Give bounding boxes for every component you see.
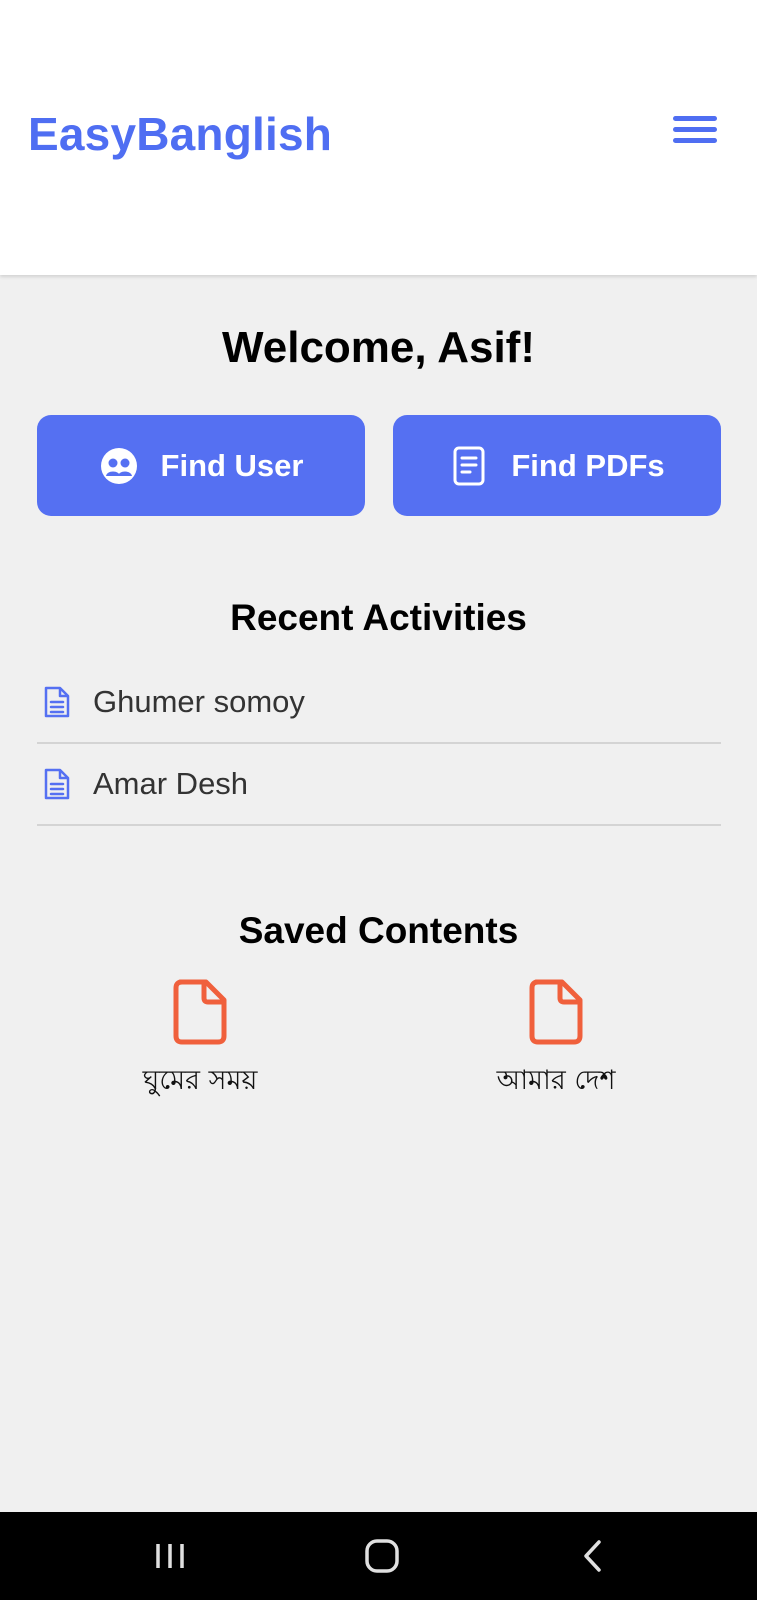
system-navigation-bar <box>0 1512 757 1600</box>
find-user-button[interactable]: Find User <box>37 415 365 516</box>
saved-content-label: ঘুমের সময় <box>142 1065 258 1096</box>
file-text-icon <box>41 766 73 802</box>
file-icon <box>172 978 228 1046</box>
list-item-label: Amar Desh <box>93 766 249 801</box>
home-icon[interactable] <box>352 1530 412 1582</box>
back-icon[interactable] <box>563 1530 623 1582</box>
list-item-label: Ghumer somoy <box>93 684 305 719</box>
saved-content-item[interactable]: ঘুমের সময় <box>80 978 320 1105</box>
recent-activities-list: Ghumer somoy Amar Desh <box>37 662 721 826</box>
app-header: EasyBanglish <box>0 0 757 275</box>
hamburger-menu-icon[interactable] <box>673 112 717 148</box>
welcome-heading: Welcome, Asif! <box>222 323 535 372</box>
file-text-icon <box>41 684 73 720</box>
saved-contents-heading: Saved Contents <box>238 910 519 951</box>
brand-title: EasyBanglish <box>28 108 333 160</box>
list-item[interactable]: Amar Desh <box>37 744 721 826</box>
find-user-label: Find User <box>160 447 304 483</box>
file-icon <box>528 978 584 1046</box>
saved-content-item[interactable]: আমার দেশ <box>436 978 676 1105</box>
find-pdfs-label: Find PDFs <box>511 447 665 483</box>
saved-content-label: আমার দেশ <box>496 1065 616 1096</box>
find-pdfs-button[interactable]: Find PDFs <box>393 415 721 516</box>
recent-activities-heading: Recent Activities <box>230 597 527 638</box>
list-item[interactable]: Ghumer somoy <box>37 662 721 744</box>
users-icon <box>99 446 139 486</box>
document-icon <box>449 446 489 486</box>
recents-icon[interactable] <box>140 1530 200 1582</box>
